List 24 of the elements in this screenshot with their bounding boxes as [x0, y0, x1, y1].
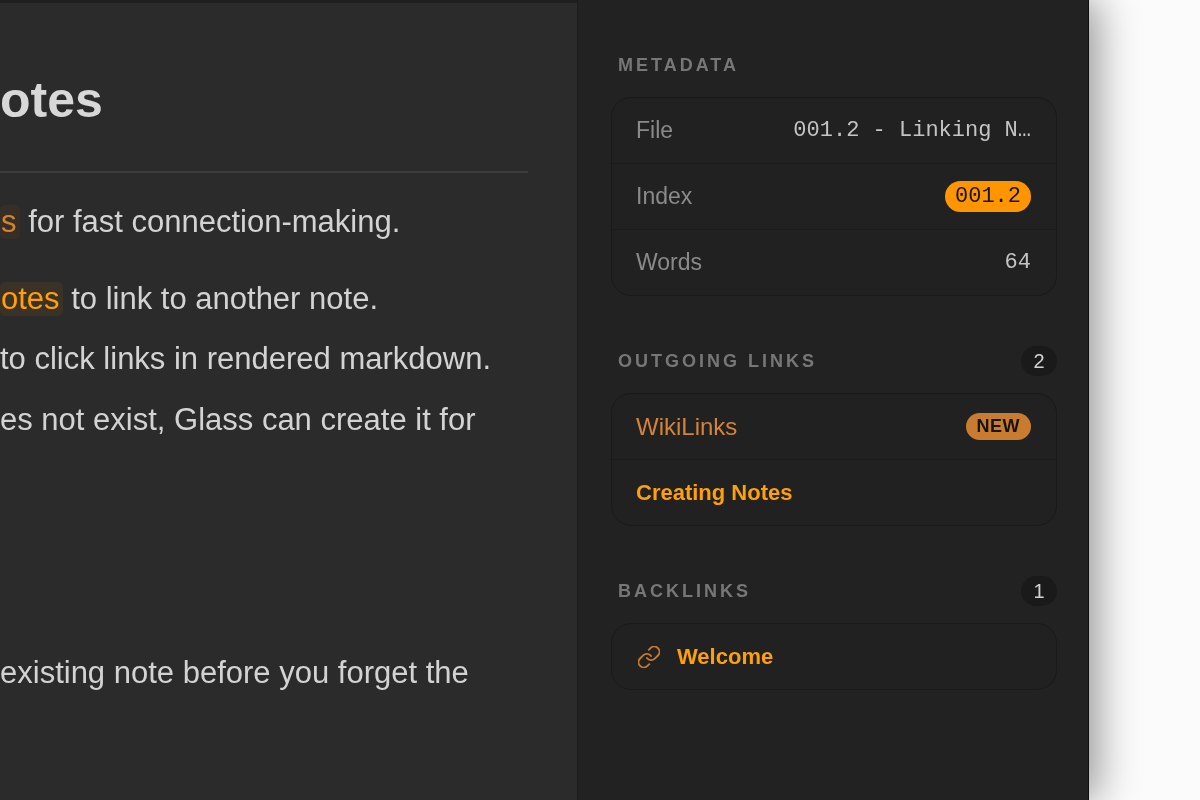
note-title: otes — [0, 71, 104, 130]
note-link[interactable]: WikiLinks — [636, 412, 738, 441]
section-heading: BACKLINKS — [618, 580, 751, 602]
section-heading: OUTGOING LINKS — [618, 350, 817, 372]
note-link[interactable]: otes — [0, 282, 63, 316]
link-icon — [638, 645, 660, 668]
paragraph: existing note before you forget the — [0, 654, 470, 692]
section-heading: METADATA — [618, 54, 739, 76]
count-badge: 2 — [1021, 346, 1057, 376]
paragraph: to click links in rendered markdown. — [0, 340, 493, 378]
field-value: 001.2 - Linking N… — [793, 118, 1031, 143]
note-link[interactable]: s — [0, 205, 20, 239]
note-link[interactable]: Welcome — [677, 643, 774, 670]
note-link[interactable]: Creating Notes — [636, 479, 793, 506]
field-value: 64 — [1004, 250, 1031, 275]
paragraph: otes to link to another note. — [0, 280, 379, 318]
count-badge: 1 — [1021, 576, 1057, 606]
field-label: File — [636, 117, 674, 144]
field-label: Words — [636, 249, 703, 276]
paragraph: s for fast connection-making. — [0, 203, 402, 241]
paragraph: es not exist, Glass can create it for — [0, 401, 477, 439]
field-label: Index — [636, 183, 693, 210]
new-badge: NEW — [965, 413, 1031, 440]
index-badge: 001.2 — [945, 181, 1031, 212]
